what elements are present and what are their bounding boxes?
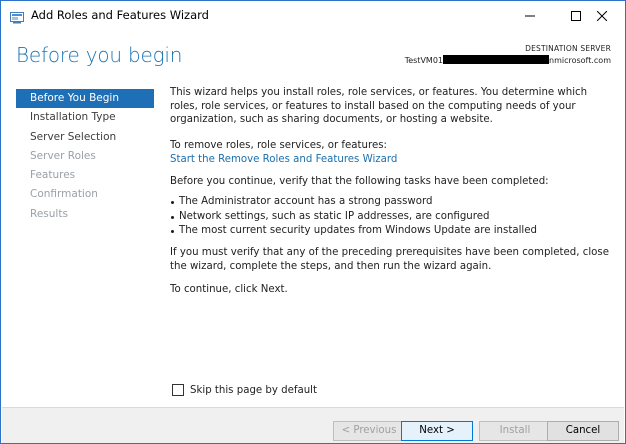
server-name-suffix: nmicrosoft.com bbox=[549, 56, 611, 65]
nav-item-features: Features bbox=[30, 169, 76, 182]
nav-item-installation-type[interactable]: Installation Type bbox=[16, 108, 154, 127]
close-button[interactable] bbox=[579, 1, 625, 30]
next-button[interactable]: Next > bbox=[401, 421, 473, 441]
skip-page-checkbox[interactable] bbox=[172, 384, 184, 396]
skip-page-option[interactable]: Skip this page by default bbox=[172, 384, 317, 396]
wizard-window: Add Roles and Features Wizard Before you… bbox=[0, 0, 626, 444]
close-icon bbox=[597, 10, 607, 21]
nav-item-server-selection[interactable]: Server Selection bbox=[16, 128, 154, 147]
remove-section: To remove roles, role services, or featu… bbox=[170, 139, 610, 166]
prereq-text: If you must verify that any of the prece… bbox=[170, 247, 609, 272]
list-item: The most current security updates from W… bbox=[170, 224, 610, 239]
window-title: Add Roles and Features Wizard bbox=[31, 8, 209, 22]
nav-item-server-roles: Server Roles bbox=[30, 149, 96, 162]
destination-server-name: TestVM01 nmicrosoft.com bbox=[405, 55, 611, 65]
nav-item-results: Results bbox=[30, 207, 68, 220]
list-item: The Administrator account has a strong p… bbox=[170, 195, 610, 210]
server-name-prefix: TestVM01 bbox=[404, 56, 443, 65]
button-bar: < Previous Next > Install Cancel bbox=[2, 407, 624, 443]
redaction-bar bbox=[443, 55, 495, 64]
nav-item-before-you-begin[interactable]: Before You Begin bbox=[16, 89, 154, 109]
verify-text: Before you continue, verify that the fol… bbox=[170, 176, 549, 187]
cancel-button[interactable]: Cancel bbox=[547, 421, 619, 441]
title-bar[interactable]: Add Roles and Features Wizard bbox=[1, 1, 625, 30]
remove-intro-text: To remove roles, role services, or featu… bbox=[170, 140, 387, 151]
minimize-icon bbox=[525, 15, 535, 16]
page-title: Before you begin bbox=[16, 43, 183, 67]
skip-page-label[interactable]: Skip this page by default bbox=[190, 385, 317, 396]
intro-text: This wizard helps you install roles, rol… bbox=[170, 87, 588, 126]
nav-item-confirmation: Confirmation bbox=[30, 188, 98, 201]
previous-button[interactable]: < Previous bbox=[333, 421, 405, 441]
continue-text: To continue, click Next. bbox=[170, 284, 288, 295]
destination-server-label: DESTINATION SERVER bbox=[525, 44, 611, 53]
server-manager-icon bbox=[10, 9, 24, 24]
remove-wizard-link[interactable]: Start the Remove Roles and Features Wiza… bbox=[170, 153, 610, 167]
install-button[interactable]: Install bbox=[479, 421, 551, 441]
minimize-button[interactable] bbox=[507, 1, 553, 30]
list-item: Network settings, such as static IP addr… bbox=[170, 210, 610, 225]
wizard-steps-nav: Before You Begin Installation Type Serve… bbox=[16, 89, 154, 224]
redaction-bar bbox=[495, 55, 549, 64]
prerequisite-list: The Administrator account has a strong p… bbox=[170, 195, 610, 239]
